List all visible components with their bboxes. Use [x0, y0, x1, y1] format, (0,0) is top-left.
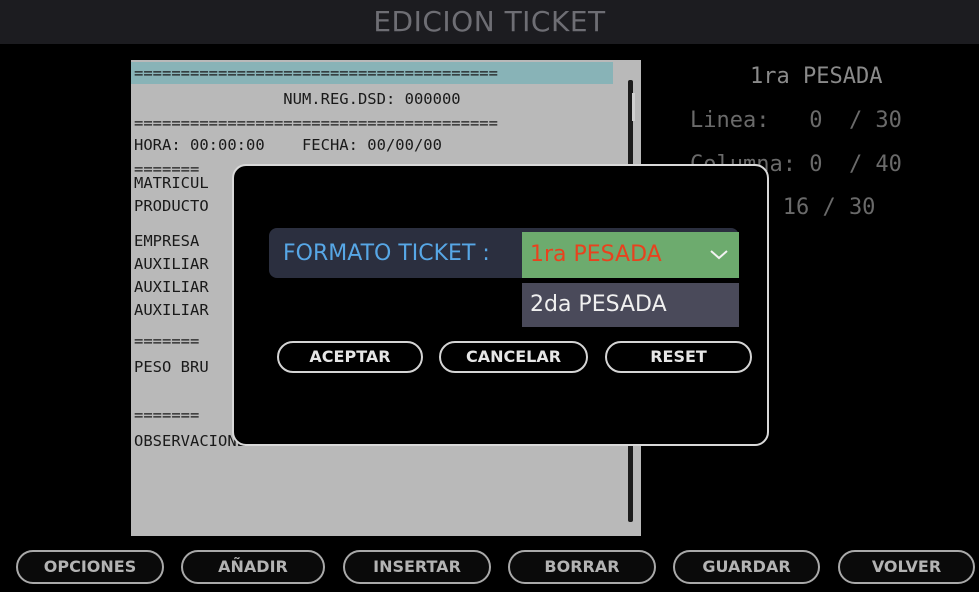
ticket-line: EMPRESA	[134, 232, 200, 250]
ticket-line: HORA: 00:00:00 FECHA: 00/00/00	[134, 136, 442, 154]
ticket-line: PESO BRU	[134, 358, 209, 376]
window-title: EDICION TICKET	[0, 0, 979, 44]
info-linea: Linea: 0 / 30	[690, 108, 902, 133]
anadir-button[interactable]: AÑADIR	[181, 550, 325, 584]
format-label: FORMATO TICKET :	[283, 241, 490, 266]
insertar-button[interactable]: INSERTAR	[343, 550, 491, 584]
reset-button[interactable]: RESET	[605, 341, 752, 373]
ticket-scrollbar-thumb[interactable]	[632, 93, 635, 121]
ticket-line: =======	[134, 332, 200, 350]
opciones-button[interactable]: OPCIONES	[16, 550, 164, 584]
format-option-label: 2da PESADA	[530, 292, 667, 317]
ticket-line: =======================================	[131, 62, 613, 84]
format-select-value: 1ra PESADA	[530, 242, 662, 267]
ticket-line: =======================================	[134, 114, 498, 132]
info-title: 1ra PESADA	[750, 64, 883, 89]
ticket-line: =======	[134, 406, 200, 424]
volver-button[interactable]: VOLVER	[838, 550, 975, 584]
format-select[interactable]: 1ra PESADA	[522, 232, 739, 278]
ticket-line: MATRICUL	[134, 174, 209, 192]
ticket-line: AUXILIAR	[134, 278, 209, 296]
ticket-line: AUXILIAR	[134, 255, 209, 273]
ticket-line: AUXILIAR	[134, 301, 209, 319]
cancel-button[interactable]: CANCELAR	[439, 341, 588, 373]
ticket-line: NUM.REG.DSD: 000000	[134, 90, 461, 108]
borrar-button[interactable]: BORRAR	[508, 550, 656, 584]
accept-button[interactable]: ACEPTAR	[277, 341, 423, 373]
guardar-button[interactable]: GUARDAR	[673, 550, 820, 584]
format-option-2da[interactable]: 2da PESADA	[522, 283, 739, 327]
chevron-down-icon	[710, 250, 728, 260]
ticket-line: PRODUCTO	[134, 197, 209, 215]
